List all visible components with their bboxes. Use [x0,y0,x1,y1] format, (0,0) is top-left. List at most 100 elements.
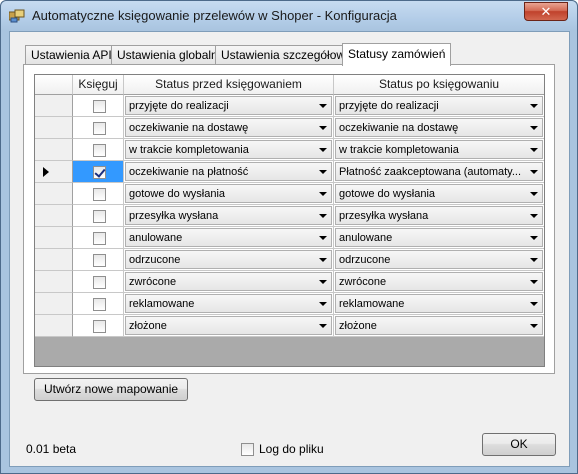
chevron-down-icon[interactable] [316,317,331,334]
status-after-dropdown[interactable]: Płatność zaakceptowana (automaty... [335,162,543,181]
chevron-down-icon[interactable] [527,317,542,334]
chevron-down-icon[interactable] [316,163,331,180]
tab-global-settings[interactable]: Ustawienia globalne [111,45,231,65]
book-checkbox[interactable] [93,166,106,179]
book-checkbox[interactable] [93,144,106,157]
table-row[interactable]: zwrócone zwrócone [35,271,544,293]
status-before-dropdown[interactable]: przesyłka wysłana [125,206,332,225]
close-button[interactable]: ✕ [524,2,568,21]
table-row[interactable]: oczekiwanie na płatność Płatność zaakcept… [35,161,544,183]
book-checkbox[interactable] [93,188,106,201]
book-checkbox[interactable] [93,210,106,223]
status-after-dropdown[interactable]: przyjęte do realizacji [335,96,543,115]
new-mapping-button[interactable]: Utwórz nowe mapowanie [34,378,188,401]
table-row[interactable]: w trakcie kompletowania w trakcie komplet… [35,139,544,161]
status-after-dropdown[interactable]: reklamowane [335,294,543,313]
status-mapping-grid[interactable]: Księguj Status przed księgowaniem Status… [34,74,545,367]
chevron-down-icon[interactable] [316,97,331,114]
status-after-cell: przyjęte do realizacji [334,95,544,117]
column-header-status-after[interactable]: Status po księgowaniu [334,75,544,95]
chevron-down-icon[interactable] [316,119,331,136]
status-before-dropdown[interactable]: przyjęte do realizacji [125,96,332,115]
row-header[interactable] [35,205,73,227]
chevron-down-icon[interactable] [527,295,542,312]
book-cell [73,183,124,205]
chevron-down-icon[interactable] [527,185,542,202]
status-after-dropdown[interactable]: złożone [335,316,543,335]
row-header[interactable] [35,139,73,161]
column-header-status-before[interactable]: Status przed księgowaniem [124,75,334,95]
row-header[interactable] [35,183,73,205]
table-row[interactable]: gotowe do wysłania gotowe do wysłania [35,183,544,205]
book-checkbox[interactable] [93,254,106,267]
tab-api-settings[interactable]: Ustawienia API [25,45,118,65]
status-before-dropdown[interactable]: złożone [125,316,332,335]
status-after-dropdown[interactable]: oczekiwanie na dostawę [335,118,543,137]
chevron-down-icon[interactable] [316,207,331,224]
table-row[interactable]: odrzucone odrzucone [35,249,544,271]
table-row[interactable]: przyjęte do realizacji przyjęte do realiz… [35,95,544,117]
row-header[interactable] [35,271,73,293]
status-before-dropdown[interactable]: gotowe do wysłania [125,184,332,203]
status-after-dropdown[interactable]: gotowe do wysłania [335,184,543,203]
chevron-down-icon[interactable] [316,229,331,246]
status-before-dropdown[interactable]: odrzucone [125,250,332,269]
status-before-dropdown[interactable]: zwrócone [125,272,332,291]
tab-order-statuses[interactable]: Statusy zamówień [342,43,452,66]
chevron-down-icon[interactable] [527,273,542,290]
chevron-down-icon[interactable] [316,251,331,268]
status-before-dropdown[interactable]: anulowane [125,228,332,247]
chevron-down-icon[interactable] [316,273,331,290]
book-checkbox[interactable] [93,232,106,245]
status-before-dropdown[interactable]: oczekiwanie na dostawę [125,118,332,137]
ok-button[interactable]: OK [482,433,556,456]
row-header[interactable] [35,161,73,183]
status-before-cell: gotowe do wysłania [124,183,334,205]
chevron-down-icon[interactable] [316,185,331,202]
row-header[interactable] [35,95,73,117]
table-row[interactable]: anulowane anulowane [35,227,544,249]
book-checkbox[interactable] [93,320,106,333]
book-checkbox[interactable] [93,100,106,113]
table-row[interactable]: złożone złożone [35,315,544,337]
status-after-dropdown[interactable]: zwrócone [335,272,543,291]
chevron-down-icon[interactable] [527,119,542,136]
status-before-value: odrzucone [129,254,181,266]
chevron-down-icon[interactable] [527,97,542,114]
chevron-down-icon[interactable] [316,295,331,312]
status-before-dropdown[interactable]: oczekiwanie na płatność [125,162,332,181]
book-checkbox[interactable] [93,298,106,311]
status-before-dropdown[interactable]: w trakcie kompletowania [125,140,332,159]
status-before-dropdown[interactable]: reklamowane [125,294,332,313]
row-header[interactable] [35,117,73,139]
status-after-dropdown[interactable]: w trakcie kompletowania [335,140,543,159]
row-header[interactable] [35,227,73,249]
book-checkbox[interactable] [93,122,106,135]
book-checkbox[interactable] [93,276,106,289]
status-before-value: w trakcie kompletowania [129,144,249,156]
chevron-down-icon[interactable] [527,251,542,268]
chevron-down-icon[interactable] [316,141,331,158]
window-title: Automatyczne księgowanie przelewów w Sho… [32,8,397,23]
column-header-book[interactable]: Księguj [73,75,124,95]
row-header[interactable] [35,293,73,315]
row-header[interactable] [35,315,73,337]
status-before-value: przyjęte do realizacji [129,100,229,112]
row-header[interactable] [35,249,73,271]
status-after-value: przesyłka wysłana [339,210,429,222]
chevron-down-icon[interactable] [527,141,542,158]
chevron-down-icon[interactable] [527,207,542,224]
table-row[interactable]: oczekiwanie na dostawę oczekiwanie na dos… [35,117,544,139]
status-after-dropdown[interactable]: anulowane [335,228,543,247]
table-row[interactable]: reklamowane reklamowane [35,293,544,315]
title-bar[interactable]: Automatyczne księgowanie przelewów w Sho… [1,1,577,31]
table-row[interactable]: przesyłka wysłana przesyłka wysłana [35,205,544,227]
chevron-down-icon[interactable] [527,229,542,246]
status-after-dropdown[interactable]: przesyłka wysłana [335,206,543,225]
chevron-down-icon[interactable] [527,163,542,180]
grid-header: Księguj Status przed księgowaniem Status… [35,75,544,95]
app-icon [9,9,25,23]
status-after-dropdown[interactable]: odrzucone [335,250,543,269]
log-to-file-checkbox[interactable] [241,443,254,456]
tab-detailed-settings[interactable]: Ustawienia szczegółowe [215,45,358,65]
